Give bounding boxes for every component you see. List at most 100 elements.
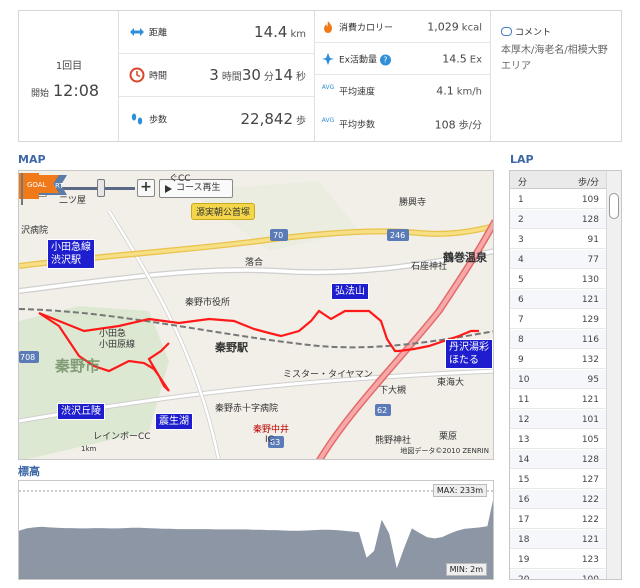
lap-steps: 128 xyxy=(581,215,599,225)
comment-bubble-icon xyxy=(501,27,512,36)
avg-speed-value: 4.1 km/h xyxy=(436,85,482,98)
time-hours-unit: 時間 xyxy=(221,72,242,83)
calories-row: 消費カロリー 1,029 kcal xyxy=(315,11,490,43)
avg-steps-icon-text: AVG xyxy=(321,117,335,124)
calories-unit: kcal xyxy=(461,22,482,33)
course-replay-label: コース再生 xyxy=(176,183,221,193)
ex-row: Ex活動量 ? 14.5 Ex xyxy=(315,43,490,75)
distance-unit: km xyxy=(290,29,306,40)
lap-row: 12 101 xyxy=(510,410,607,429)
elevation-plot xyxy=(19,490,493,579)
route-map[interactable]: 70 246 708 62 63 − + コース再生 源実朝公首塚 小田急線 渋… xyxy=(18,170,494,460)
place-hadano-station: 秦野駅 xyxy=(215,341,248,354)
lap-row: 17 122 xyxy=(510,510,607,529)
lap-minute: 19 xyxy=(518,555,530,565)
place-rainbow-cc: レインボーCC xyxy=(93,432,151,442)
lap-row: 15 127 xyxy=(510,470,607,489)
lap-scrollbar[interactable] xyxy=(606,171,621,579)
place-ochiai: 落合 xyxy=(245,258,264,268)
goal-flag-icon: GOAL xyxy=(21,173,59,205)
lap-minute: 17 xyxy=(518,515,530,525)
lap-minute: 15 xyxy=(518,475,530,485)
place-hadano-nakai: 秦野中井 xyxy=(253,425,290,435)
elevation-section-title: 標高 xyxy=(18,465,40,478)
route-number-708: 708 xyxy=(20,353,35,362)
lap-col-minute: 分 xyxy=(518,178,528,188)
lap-table[interactable]: 分 歩/分 1 109 2 128 3 91 4 77 5 130 6 121 7 129 8 116 9 132… xyxy=(509,170,622,580)
comment-title-text: コメント xyxy=(515,28,552,38)
lap-row: 1 109 xyxy=(510,190,607,209)
lap-steps: 121 xyxy=(581,295,599,305)
avg-steps-value: 108 歩/分 xyxy=(435,117,482,132)
place-shimo-ohtsuki: 下大槻 xyxy=(379,386,407,396)
steps-unit: 歩 xyxy=(296,115,306,127)
time-label: 時間 xyxy=(149,71,168,82)
steps-row: 歩数 22,842 歩 xyxy=(119,97,314,140)
zoom-slider-handle[interactable] xyxy=(97,179,105,197)
lap-row: 4 77 xyxy=(510,250,607,269)
session-count: 1回目 xyxy=(55,61,83,72)
place-katsukoji: 勝興寺 xyxy=(399,198,427,208)
distance-value: 14.4 km xyxy=(254,23,306,41)
avg-speed-unit: km/h xyxy=(456,86,482,98)
map-poi-label[interactable]: 源実朝公首塚 xyxy=(191,203,256,220)
avg-speed-icon-text: AVG xyxy=(321,84,335,91)
help-icon[interactable]: ? xyxy=(379,54,391,65)
lap-minute: 6 xyxy=(518,295,524,305)
tag-tanzawa-hotaru[interactable]: 丹沢湯彩 ほたる xyxy=(445,339,493,369)
lap-row: 11 121 xyxy=(510,390,607,409)
lap-steps: 129 xyxy=(581,315,599,325)
lap-row: 6 121 xyxy=(510,290,607,309)
time-hours: 3 xyxy=(209,66,219,84)
lap-steps: 105 xyxy=(581,435,599,445)
lap-steps: 101 xyxy=(581,415,599,425)
distance-label: 距離 xyxy=(149,28,168,39)
lap-minute: 10 xyxy=(518,375,530,385)
tag-koboyama[interactable]: 弘法山 xyxy=(331,283,369,300)
tag-shinsei-lake[interactable]: 震生湖 xyxy=(155,413,193,430)
comment-text: 本厚木/海老名/相模大野エリア xyxy=(501,45,608,72)
route-number-70: 70 xyxy=(273,231,283,240)
start-label: 開始 xyxy=(31,89,50,99)
elevation-min-badge: MIN: 2m xyxy=(445,563,487,576)
tag-shibusawa-hill[interactable]: 渋沢丘陵 xyxy=(57,403,105,420)
lap-steps: 121 xyxy=(581,535,599,545)
lap-row: 3 91 xyxy=(510,230,607,249)
lap-minute: 2 xyxy=(518,215,524,225)
time-value: 3 時間30 分14 秒 xyxy=(209,66,306,84)
lap-row: 18 121 xyxy=(510,530,607,549)
lap-minute: 16 xyxy=(518,495,530,505)
time-minutes-unit: 分 xyxy=(263,72,274,83)
flame-icon xyxy=(324,20,332,33)
place-red-cross: 秦野赤十字病院 xyxy=(215,404,279,414)
lap-minute: 1 xyxy=(518,195,524,205)
lap-minute: 20 xyxy=(518,575,530,580)
lap-steps: 127 xyxy=(581,475,599,485)
calories-label: 消費カロリー xyxy=(339,23,394,33)
lap-steps: 122 xyxy=(581,495,599,505)
lap-steps: 121 xyxy=(581,395,599,405)
footprints-icon xyxy=(131,113,143,124)
calories-number: 1,029 xyxy=(427,20,459,33)
lap-steps: 123 xyxy=(581,555,599,565)
avg-steps-unit: 歩/分 xyxy=(458,120,482,132)
lap-minute: 3 xyxy=(518,235,524,245)
zoom-in-button[interactable]: + xyxy=(137,179,155,197)
lap-row: 5 130 xyxy=(510,270,607,289)
ex-unit: Ex xyxy=(469,54,482,65)
tag-odakyu-shibusawa[interactable]: 小田急線 渋沢駅 xyxy=(47,239,95,269)
lap-steps: 116 xyxy=(581,335,599,345)
avg-speed-label: 平均速度 xyxy=(339,87,376,98)
elevation-chart: MAX: 233m MIN: 2m xyxy=(18,480,494,580)
lap-row: 20 100 xyxy=(510,570,607,580)
place-tire-shop: ミスター・タイヤマン xyxy=(283,370,373,380)
clock-icon xyxy=(129,67,145,83)
lap-row: 19 123 xyxy=(510,550,607,569)
lap-minute: 18 xyxy=(518,535,530,545)
lap-steps: 100 xyxy=(581,575,599,580)
place-ishiza: 石座神社 xyxy=(411,262,448,272)
lap-steps: 77 xyxy=(587,255,599,265)
lap-minute: 11 xyxy=(518,395,530,405)
lap-scroll-thumb[interactable] xyxy=(609,193,619,219)
ex-label: Ex活動量 ? xyxy=(339,52,391,65)
